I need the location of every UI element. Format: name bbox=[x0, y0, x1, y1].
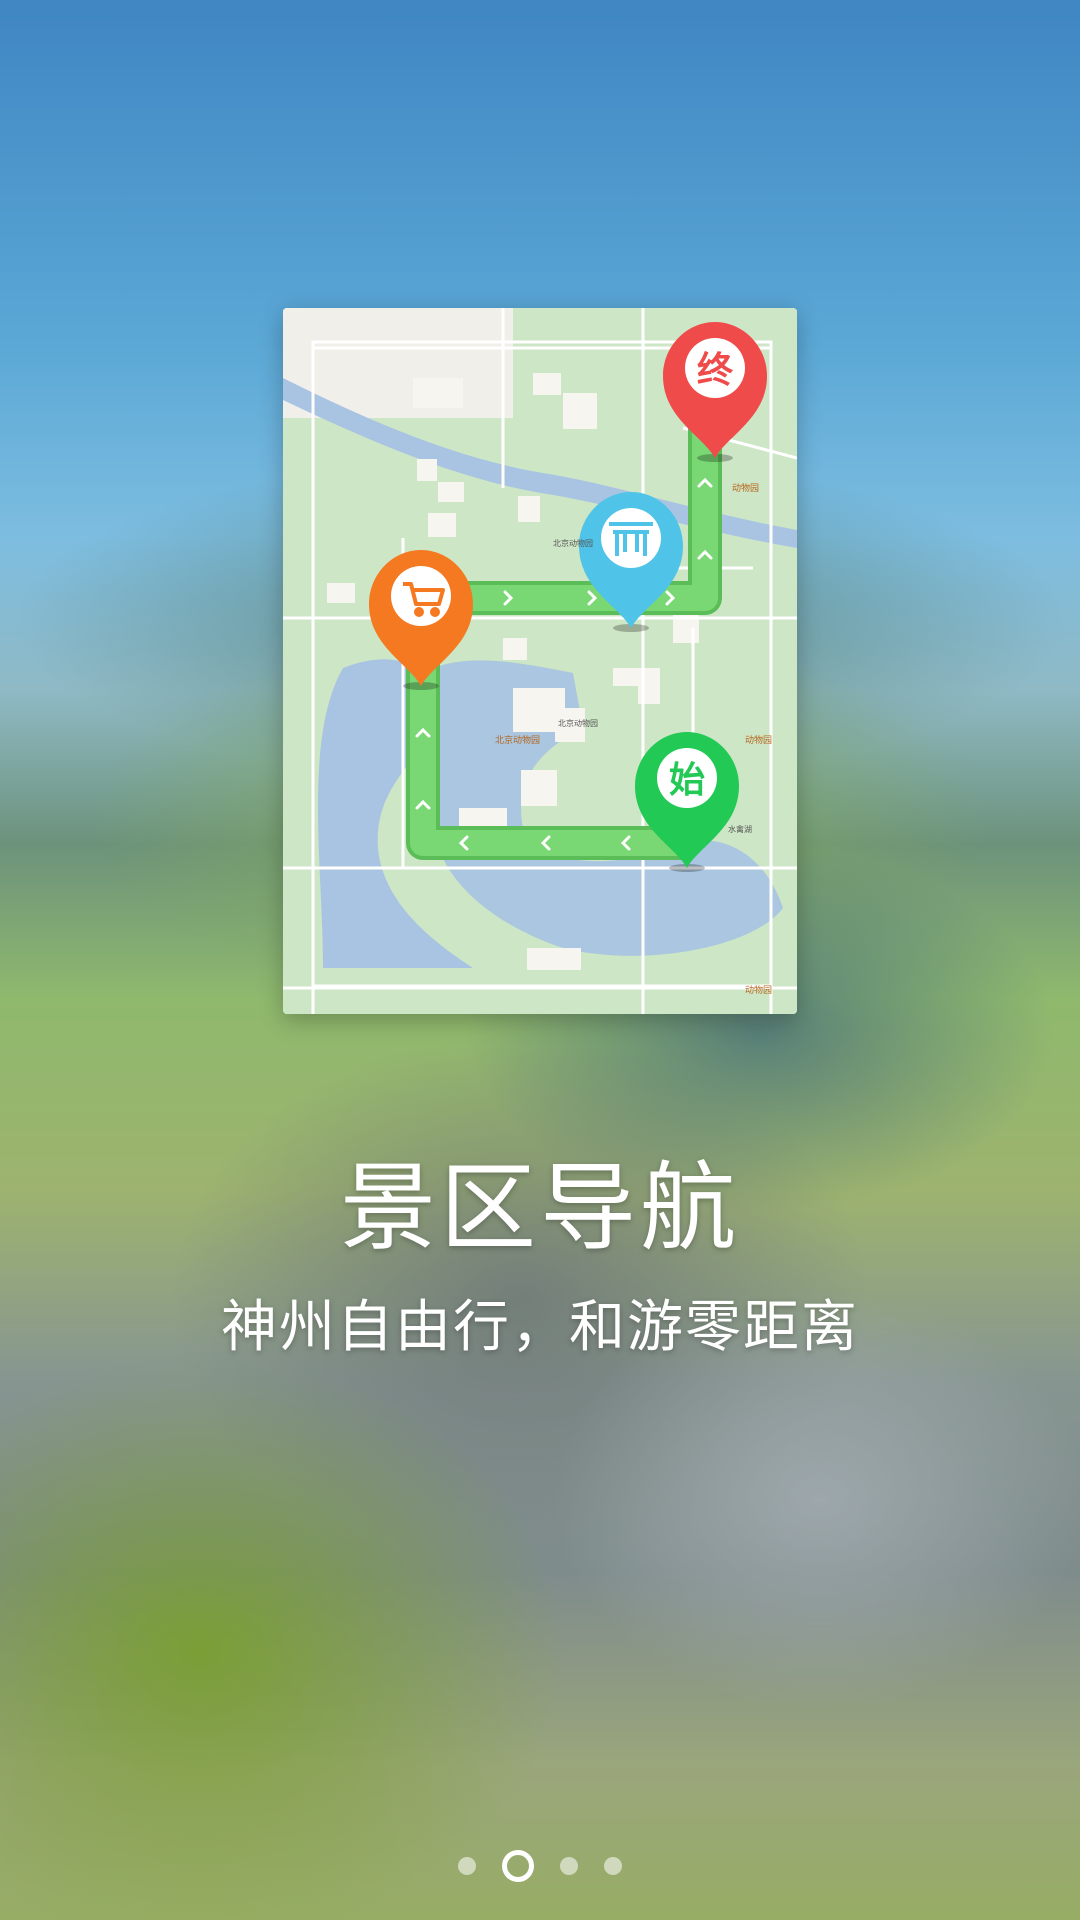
page-dot-2-active[interactable] bbox=[502, 1850, 534, 1882]
map-label: 动物园 bbox=[732, 482, 759, 494]
map-illustration: 终 始 动物园 北京动物园 动物园 动物园 北京动物园 北京动物园 水禽湖 bbox=[283, 308, 797, 1014]
map-label: 北京动物园 bbox=[558, 718, 598, 728]
map-label: 北京动物园 bbox=[495, 734, 540, 746]
map-label: 水禽湖 bbox=[728, 824, 752, 834]
page-dot-4[interactable] bbox=[604, 1857, 622, 1875]
map-label: 动物园 bbox=[745, 984, 772, 996]
page-indicator bbox=[0, 1846, 1080, 1886]
end-marker-label: 终 bbox=[697, 350, 734, 391]
page-dot-3[interactable] bbox=[560, 1857, 578, 1875]
map-label: 北京动物园 bbox=[553, 538, 593, 548]
start-marker-label: 始 bbox=[669, 760, 705, 801]
page-subtitle: 神州自由行，和游零距离 bbox=[221, 1295, 859, 1360]
page-title: 景区导航 bbox=[340, 1152, 740, 1264]
map-label: 动物园 bbox=[745, 734, 772, 746]
map-illustration-card: 终 始 动物园 北京动物园 动物园 动物园 北京动物园 北京动物园 水禽湖 bbox=[283, 308, 797, 1014]
page-dot-1[interactable] bbox=[458, 1857, 476, 1875]
